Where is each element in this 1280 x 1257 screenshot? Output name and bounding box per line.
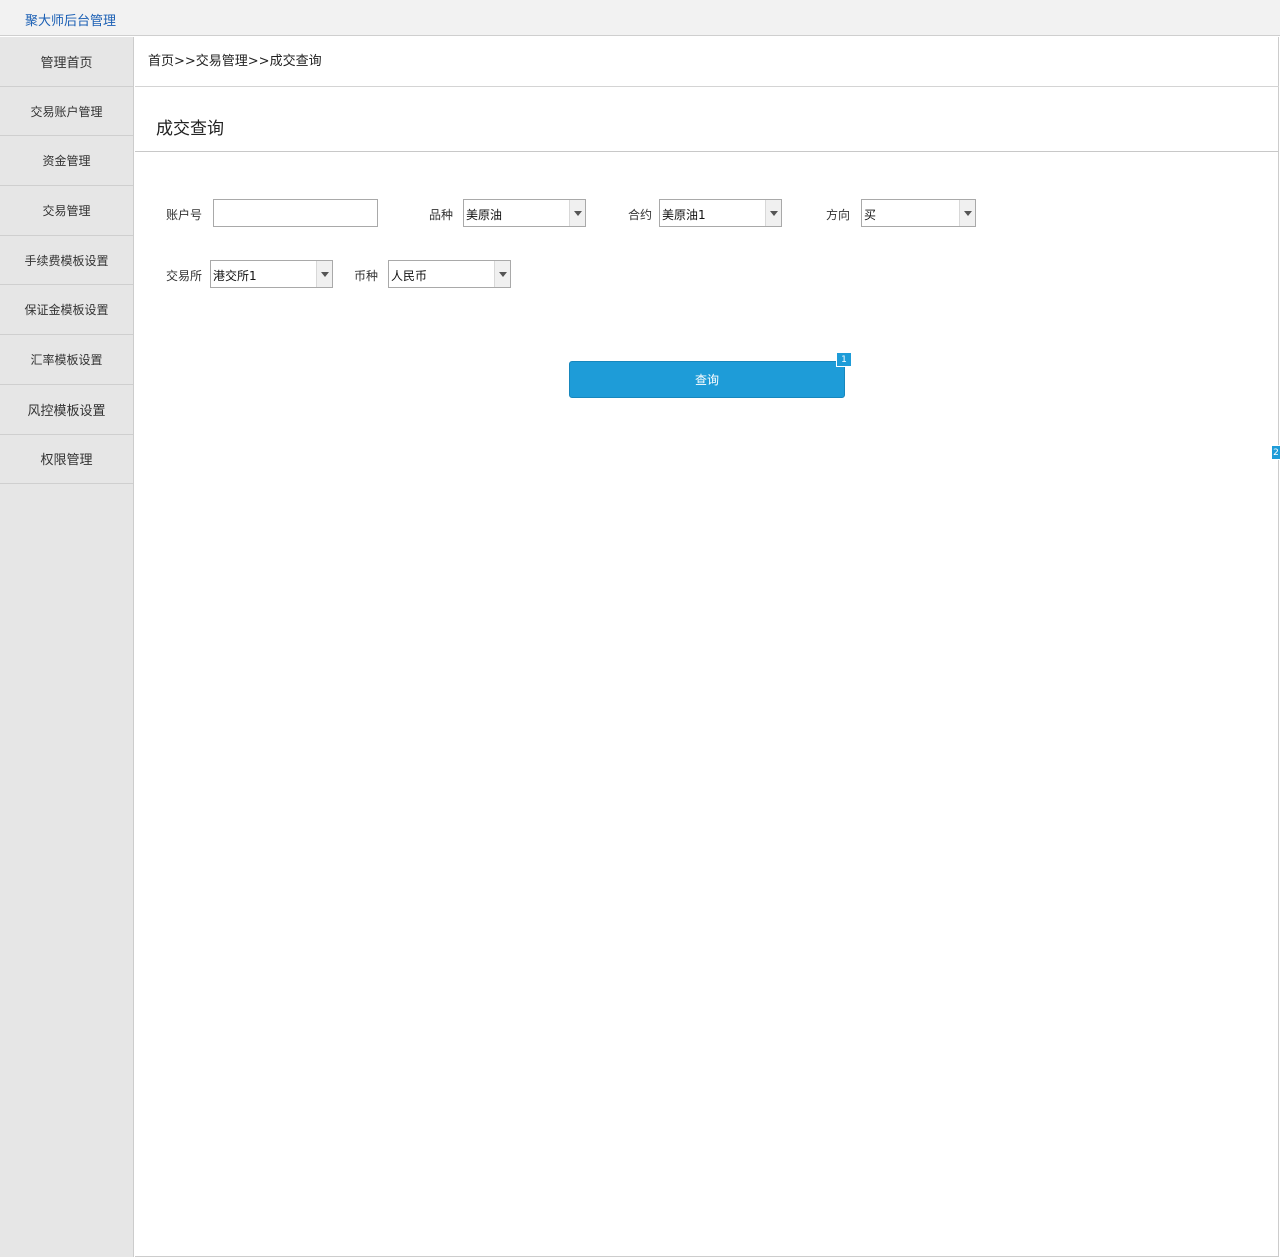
variety-value: 美原油: [466, 208, 503, 222]
contract-value: 美原油1: [662, 208, 706, 222]
account-label: 账户号: [166, 208, 203, 222]
contract-label: 合约: [628, 208, 653, 222]
chevron-down-icon: [765, 200, 781, 226]
chevron-down-icon: [316, 261, 332, 287]
sidebar-item-home[interactable]: 管理首页: [0, 37, 133, 87]
exchange-select[interactable]: 港交所1: [210, 260, 333, 288]
edge-badge: 2: [1271, 445, 1280, 460]
sidebar-item-margin-templates[interactable]: 保证金模板设置: [0, 285, 133, 336]
direction-value: 买: [864, 208, 877, 222]
sidebar-item-trading[interactable]: 交易管理: [0, 186, 133, 236]
account-input[interactable]: [213, 199, 378, 227]
currency-label: 币种: [354, 269, 379, 283]
variety-select[interactable]: 美原油: [463, 199, 586, 227]
main-panel: 首页>>交易管理>>成交查询 成交查询 账户号 品种 美原油 合约 美原油1 方…: [135, 37, 1279, 1257]
exchange-label: 交易所: [166, 269, 203, 283]
contract-select[interactable]: 美原油1: [659, 199, 782, 227]
chevron-down-icon: [569, 200, 585, 226]
currency-select[interactable]: 人民币: [388, 260, 511, 288]
top-bar: 聚大师后台管理: [0, 0, 1280, 36]
query-button-badge: 1: [836, 352, 852, 367]
app-title: 聚大师后台管理: [25, 14, 117, 29]
currency-value: 人民币: [391, 269, 428, 283]
sidebar: 管理首页 交易账户管理 资金管理 交易管理 手续费模板设置 保证金模板设置 汇率…: [0, 37, 134, 1257]
sidebar-item-funds[interactable]: 资金管理: [0, 136, 133, 187]
exchange-value: 港交所1: [213, 269, 257, 283]
direction-label: 方向: [826, 208, 851, 222]
chevron-down-icon: [959, 200, 975, 226]
sidebar-item-risk-templates[interactable]: 风控模板设置: [0, 385, 133, 435]
variety-label: 品种: [429, 208, 454, 222]
query-button[interactable]: 查询: [569, 361, 845, 398]
page-title: 成交查询: [135, 109, 1279, 152]
sidebar-item-permissions[interactable]: 权限管理: [0, 435, 133, 485]
direction-select[interactable]: 买: [861, 199, 976, 227]
breadcrumb: 首页>>交易管理>>成交查询: [135, 37, 1279, 87]
sidebar-item-trading-accounts[interactable]: 交易账户管理: [0, 87, 133, 137]
chevron-down-icon: [494, 261, 510, 287]
sidebar-item-rate-templates[interactable]: 汇率模板设置: [0, 335, 133, 385]
sidebar-item-fee-templates[interactable]: 手续费模板设置: [0, 236, 133, 286]
